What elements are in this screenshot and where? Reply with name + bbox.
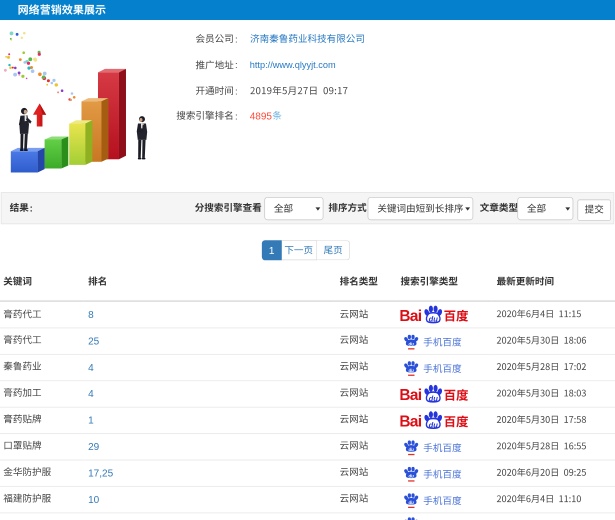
- svg-text:du: du: [429, 394, 439, 403]
- svg-text:du: du: [408, 368, 414, 373]
- svg-text:Bai: Bai: [400, 387, 421, 404]
- svg-text:du: du: [408, 473, 414, 478]
- svg-text:du: du: [429, 315, 439, 324]
- svg-text:Bai: Bai: [400, 308, 421, 325]
- svg-text:du: du: [408, 341, 414, 346]
- svg-text:du: du: [408, 447, 414, 452]
- svg-text:Bai: Bai: [400, 414, 421, 431]
- svg-text:du: du: [408, 500, 414, 505]
- svg-text:du: du: [429, 420, 439, 429]
